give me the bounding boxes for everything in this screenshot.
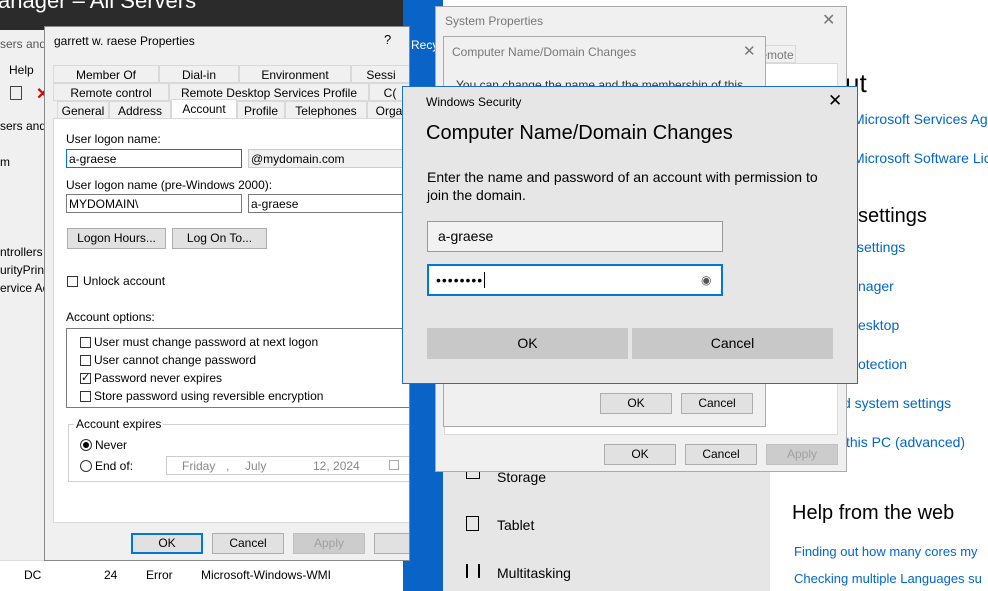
- unlock-checkbox[interactable]: [67, 276, 78, 287]
- tree-item[interactable]: sers and: [0, 119, 46, 133]
- logon-name-field[interactable]: a-graese: [66, 149, 242, 168]
- close-icon[interactable]: ✕: [743, 42, 756, 60]
- tab-member-of[interactable]: Member Of: [53, 65, 159, 83]
- related-link[interactable]: this PC (advanced): [846, 434, 965, 450]
- account-expires-label: Account expires: [74, 417, 164, 431]
- tab-dial-in[interactable]: Dial-in: [159, 65, 239, 83]
- option-checkbox[interactable]: [80, 337, 91, 348]
- tree-item[interactable]: ervice Ac: [0, 281, 49, 295]
- password-value: ••••••••: [436, 272, 484, 288]
- sysprop-apply-button[interactable]: Apply: [766, 444, 838, 465]
- dialog-title: garrett w. raese Properties: [54, 34, 195, 48]
- never-radio[interactable]: [80, 439, 92, 451]
- nav-tablet[interactable]: Tablet: [497, 517, 534, 533]
- related-link[interactable]: otection: [858, 356, 907, 372]
- option-checkbox[interactable]: [80, 355, 91, 366]
- password-field[interactable]: •••••••• ◉: [427, 264, 723, 296]
- tab-general[interactable]: General: [57, 101, 109, 119]
- reveal-password-icon[interactable]: ◉: [701, 266, 711, 294]
- calendar-icon[interactable]: [389, 460, 399, 470]
- account-options-label: Account options:: [66, 310, 155, 324]
- option-checkbox[interactable]: [80, 371, 91, 384]
- cndc-title: Computer Name/Domain Changes: [452, 45, 637, 59]
- date-daynum: 12, 2024: [313, 459, 360, 473]
- event-server: DC: [24, 568, 42, 582]
- menu-partial[interactable]: sers and: [0, 37, 46, 51]
- option-label: Password never expires: [94, 371, 223, 385]
- tablet-icon: [466, 516, 479, 531]
- option-checkbox[interactable]: [80, 391, 91, 402]
- pre2000-name-field[interactable]: a-graese: [248, 194, 409, 213]
- nav-multitasking[interactable]: Multitasking: [497, 565, 571, 581]
- tab-environment[interactable]: Environment: [239, 65, 351, 83]
- sysprop-cancel-button[interactable]: Cancel: [685, 444, 757, 465]
- system-properties-title: System Properties: [445, 14, 544, 28]
- cancel-button[interactable]: Cancel: [212, 533, 284, 554]
- date-month: July: [245, 459, 267, 473]
- never-label: Never: [95, 438, 128, 452]
- ok-button[interactable]: OK: [131, 533, 203, 554]
- security-title: Windows Security: [426, 95, 522, 109]
- event-source: Microsoft-Windows-WMI: [201, 568, 332, 582]
- multitasking-icon: [466, 564, 480, 578]
- event-severity: Error: [146, 568, 173, 582]
- link-services-agreement[interactable]: Microsoft Services Agr: [853, 111, 988, 127]
- related-link[interactable]: settings: [857, 239, 905, 255]
- related-link[interactable]: nager: [858, 278, 894, 294]
- help-button[interactable]: ?: [384, 32, 391, 47]
- logon-hours-button[interactable]: Logon Hours...: [67, 228, 166, 249]
- help-link[interactable]: Finding out how many cores my: [794, 544, 978, 559]
- text-caret: [484, 272, 486, 288]
- cndc-ok-button[interactable]: OK: [600, 393, 672, 414]
- username-field[interactable]: a-graese: [427, 221, 723, 252]
- logon-name-label: User logon name:: [66, 132, 161, 146]
- pre2000-label: User logon name (pre-Windows 2000):: [66, 178, 273, 192]
- cndc-cancel-button[interactable]: Cancel: [681, 393, 753, 414]
- security-ok-button[interactable]: OK: [427, 328, 628, 359]
- tab-address[interactable]: Address: [109, 101, 171, 119]
- tree-item[interactable]: urityPrin: [0, 263, 44, 277]
- tab-sessions[interactable]: Sessi: [351, 65, 409, 83]
- tab-telephones[interactable]: Telephones: [285, 101, 367, 119]
- tree-item[interactable]: m: [0, 155, 10, 169]
- tab-remote-control[interactable]: Remote control: [53, 83, 169, 101]
- toolbar-clipboard-icon[interactable]: [10, 86, 22, 100]
- log-on-to-button[interactable]: Log On To...: [172, 228, 267, 249]
- close-icon[interactable]: ✕: [822, 10, 835, 30]
- help-bottom-button[interactable]: H: [374, 533, 409, 554]
- tree-item[interactable]: ntrollers: [0, 245, 43, 259]
- link-software-license[interactable]: Microsoft Software Lic: [853, 150, 988, 166]
- end-of-label: End of:: [95, 459, 134, 473]
- tab-profile[interactable]: Profile: [237, 101, 285, 119]
- apply-button[interactable]: Apply: [293, 533, 365, 554]
- related-link[interactable]: esktop: [858, 317, 899, 333]
- help-link[interactable]: Checking multiple Languages su: [794, 571, 982, 586]
- menu-help[interactable]: Help: [9, 63, 34, 77]
- event-id: 24: [104, 568, 118, 582]
- sysprop-ok-button[interactable]: OK: [604, 444, 676, 465]
- related-settings-heading: settings: [858, 205, 927, 227]
- security-message: Enter the name and password of an accoun…: [427, 169, 818, 203]
- domain-suffix-select[interactable]: @mydomain.com: [248, 149, 409, 168]
- user-properties-dialog: garrett w. raese Properties ? Member Of …: [44, 26, 410, 561]
- server-manager-title: anager – All Servers: [0, 0, 197, 13]
- unlock-label: Unlock account: [83, 274, 166, 288]
- related-link[interactable]: d system settings: [843, 395, 951, 411]
- date-sep: ,: [226, 459, 230, 473]
- security-heading: Computer Name/Domain Changes: [426, 122, 733, 144]
- event-row[interactable]: DC 24 Error Microsoft-Windows-WMI: [0, 560, 410, 591]
- option-label: User cannot change password: [94, 353, 257, 367]
- date-day: Friday: [182, 459, 216, 473]
- option-label: User must change password at next logon: [94, 335, 319, 349]
- end-of-date-picker[interactable]: Friday , July 12, 2024: [166, 456, 409, 475]
- help-web-heading: Help from the web: [792, 502, 955, 524]
- tab-account[interactable]: Account: [171, 99, 237, 119]
- close-icon[interactable]: ✕: [828, 91, 842, 111]
- option-label: Store password using reversible encrypti…: [94, 389, 324, 403]
- pre2000-domain-field: MYDOMAIN\: [66, 194, 242, 213]
- windows-security-dialog: Windows Security ✕ Computer Name/Domain …: [402, 86, 858, 384]
- security-cancel-button[interactable]: Cancel: [632, 328, 833, 359]
- end-of-radio[interactable]: [80, 460, 92, 472]
